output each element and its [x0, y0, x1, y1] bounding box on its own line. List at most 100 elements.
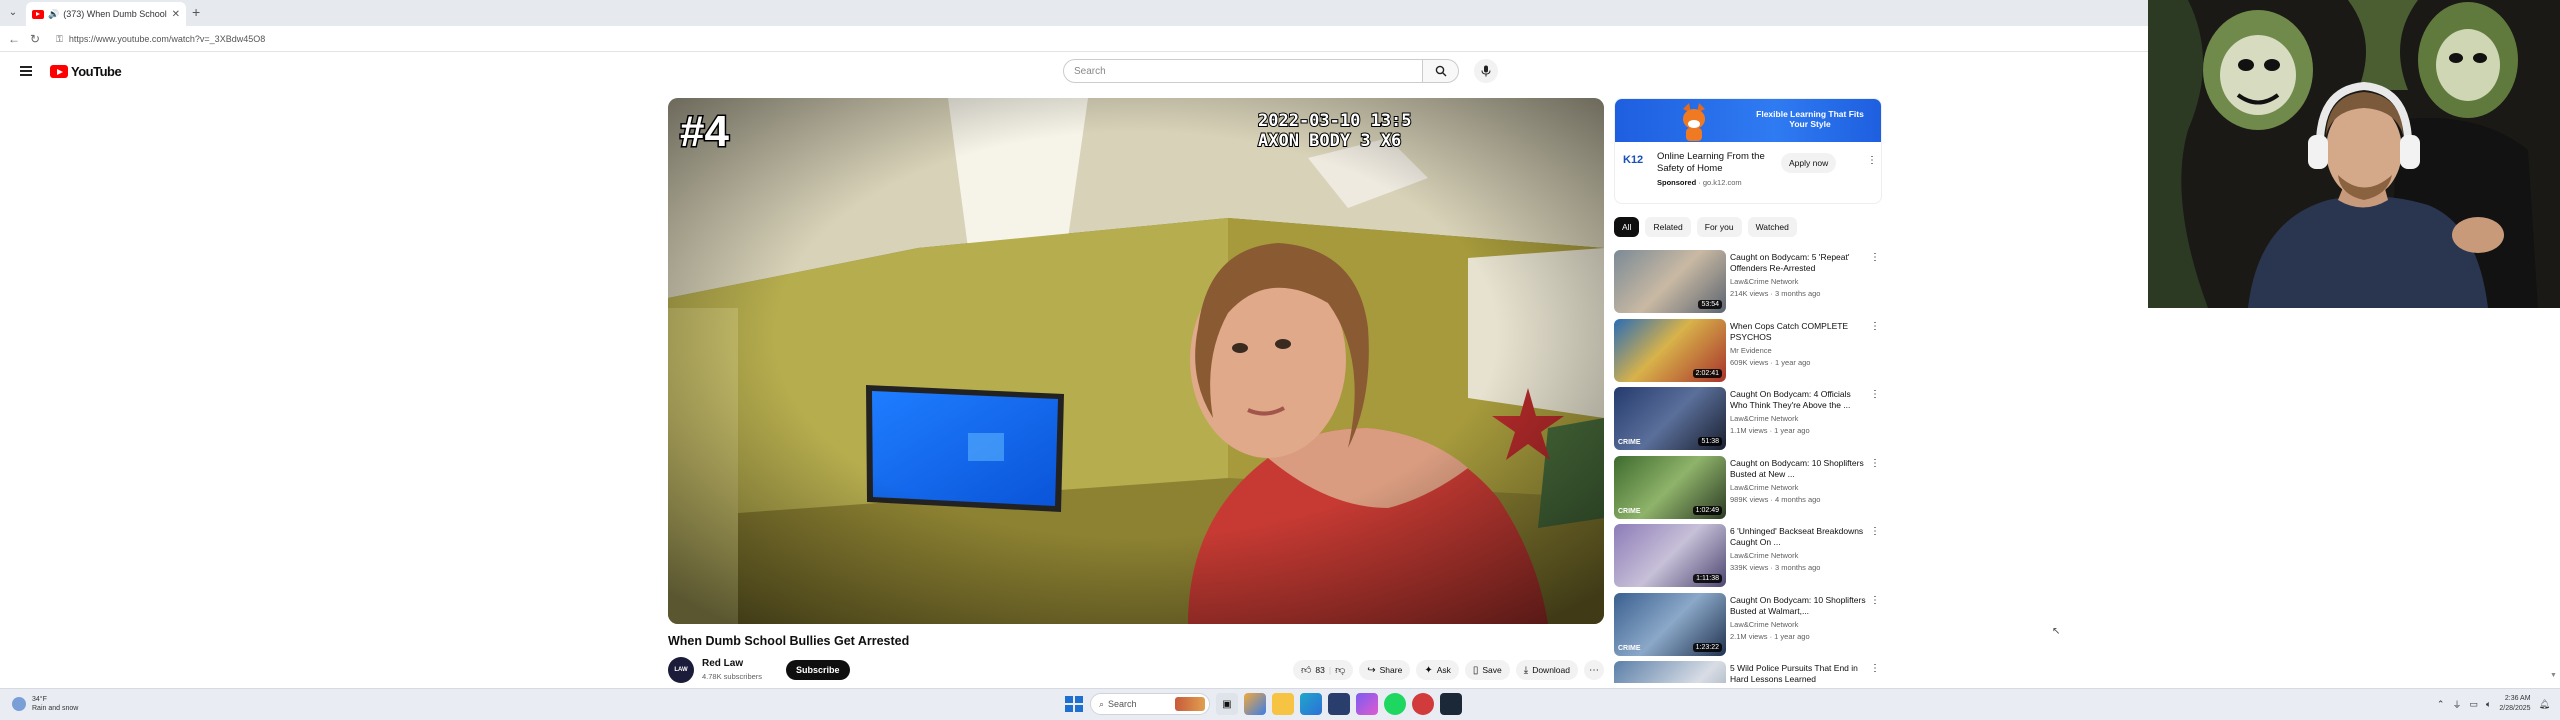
task-view-icon[interactable]: ▣: [1216, 693, 1238, 715]
video-thumbnail[interactable]: 53:54: [1614, 250, 1726, 313]
video-title-link[interactable]: When Cops Catch COMPLETE PSYCHOS: [1730, 321, 1870, 343]
notification-bell-icon[interactable]: 🔔︎: [2539, 699, 2550, 710]
sponsored-ad[interactable]: Flexible Learning That Fits Your Style K…: [1614, 98, 1882, 204]
edge-browser-icon[interactable]: [1300, 693, 1322, 715]
steam-icon[interactable]: [1440, 693, 1462, 715]
url-field[interactable]: ⚿ https://www.youtube.com/watch?v=_3XBdw…: [50, 30, 2140, 48]
list-item[interactable]: 2:02:41 When Cops Catch COMPLETE PSYCHOS…: [1614, 318, 1884, 388]
video-title-link[interactable]: Caught On Bodycam: 10 Shoplifters Busted…: [1730, 595, 1870, 617]
browser-tab-active[interactable]: 🔊 (373) When Dumb School Bullies ✕: [26, 2, 186, 26]
messenger-icon[interactable]: [1356, 693, 1378, 715]
channel-link[interactable]: Mr Evidence: [1730, 346, 1772, 355]
ad-domain: go.k12.com: [1702, 178, 1742, 187]
video-thumbnail[interactable]: 2:02:41: [1614, 318, 1726, 382]
bodycam-device-id: AXON BODY 3 X6: [1258, 131, 1401, 151]
channel-link[interactable]: Law&Crime Network: [1730, 277, 1798, 286]
channel-link[interactable]: Law&Crime Network: [1730, 551, 1798, 560]
list-item[interactable]: 53:54 Caught on Bodycam: 5 'Repeat' Offe…: [1614, 250, 1884, 319]
ad-title[interactable]: Online Learning From the Safety of Home: [1657, 151, 1787, 175]
video-title-link[interactable]: Caught On Bodycam: 4 Officials Who Think…: [1730, 389, 1870, 411]
scroll-down-arrow-icon[interactable]: ▼: [2550, 672, 2557, 679]
channel-link[interactable]: Law&Crime Network: [1730, 414, 1798, 423]
video-thumbnail[interactable]: 1:11:38: [1614, 524, 1726, 587]
volume-icon[interactable]: 🔈︎: [2486, 699, 2491, 710]
tab-list-chevron-icon[interactable]: ⌄: [6, 6, 20, 20]
site-info-icon[interactable]: ⚿: [56, 34, 63, 45]
more-options-icon[interactable]: ⋮: [1870, 663, 1880, 674]
more-options-icon[interactable]: ⋮: [1870, 526, 1880, 537]
chip-watched[interactable]: Watched: [1747, 217, 1797, 237]
list-item[interactable]: CRIME 51:38 Caught On Bodycam: 4 Officia…: [1614, 387, 1884, 456]
apply-now-button[interactable]: Apply now: [1781, 153, 1837, 173]
more-options-icon[interactable]: ⋮: [1870, 389, 1880, 400]
reload-icon[interactable]: ↻: [30, 32, 40, 46]
screen: ⌄ 🔊 (373) When Dumb School Bullies ✕ + ←…: [0, 0, 2560, 720]
ask-button[interactable]: ✦ Ask: [1416, 660, 1459, 680]
usb-icon[interactable]: ⏚: [2452, 698, 2461, 711]
ad-headline: Flexible Learning That Fits Your Style: [1756, 109, 1864, 129]
spotify-icon[interactable]: [1384, 693, 1406, 715]
video-title-link[interactable]: 5 Wild Police Pursuits That End in Hard …: [1730, 663, 1870, 683]
search-button[interactable]: [1423, 59, 1459, 83]
store-icon[interactable]: [1328, 693, 1350, 715]
voice-search-button[interactable]: [1474, 59, 1498, 83]
windows-start-icon[interactable]: [1062, 693, 1084, 715]
chip-related[interactable]: Related: [1645, 217, 1691, 237]
menu-icon[interactable]: [20, 66, 32, 76]
video-thumbnail[interactable]: CRIME 51:38: [1614, 387, 1726, 450]
more-options-icon[interactable]: ⋮: [1870, 321, 1880, 332]
ad-banner[interactable]: Flexible Learning That Fits Your Style: [1615, 99, 1881, 142]
download-button[interactable]: ⤓ Download: [1515, 660, 1578, 680]
app-icon[interactable]: [1412, 693, 1434, 715]
subscribe-button[interactable]: Subscribe: [786, 660, 850, 680]
video-thumbnail[interactable]: [1614, 661, 1726, 683]
copilot-icon[interactable]: [1244, 693, 1266, 715]
ad-body: K12 Online Learning From the Safety of H…: [1615, 142, 1881, 203]
video-title-link[interactable]: Caught on Bodycam: 5 'Repeat' Offenders …: [1730, 252, 1870, 274]
tray-overflow-chevron-icon[interactable]: ⌃: [2437, 699, 2445, 710]
taskbar-search[interactable]: ⌕ Search: [1090, 693, 1210, 715]
list-item[interactable]: CRIME 1:23:22 Caught On Bodycam: 10 Shop…: [1614, 592, 1884, 662]
search-highlight-icon: [1175, 697, 1205, 711]
more-options-icon[interactable]: ⋮: [1870, 458, 1880, 469]
channel-link[interactable]: Law&Crime Network: [1730, 620, 1798, 629]
video-player[interactable]: #4 2022-03-10 13:5 AXON BODY 3 X6: [668, 98, 1604, 624]
channel-name[interactable]: Red Law: [702, 658, 743, 669]
chip-all[interactable]: All: [1614, 217, 1640, 237]
close-tab-icon[interactable]: ✕: [172, 9, 180, 20]
share-button[interactable]: ↪ Share: [1359, 660, 1411, 680]
list-item[interactable]: 5 Wild Police Pursuits That End in Hard …: [1614, 661, 1884, 683]
sponsored-label: Sponsored: [1657, 178, 1697, 187]
video-thumbnail[interactable]: CRIME 1:02:49: [1614, 455, 1726, 519]
speaker-icon[interactable]: 🔊: [48, 9, 59, 20]
chip-for-you[interactable]: For you: [1696, 217, 1742, 237]
video-title-link[interactable]: 6 'Unhinged' Backseat Breakdowns Caught …: [1730, 526, 1870, 548]
clock[interactable]: 2:36 AM 2/28/2025: [2499, 694, 2530, 714]
network-icon[interactable]: ▭: [2469, 699, 2478, 710]
video-meta: 1.1M views · 1 year ago: [1730, 426, 1810, 435]
search-input[interactable]: [1074, 65, 1422, 77]
thumbnail-label: CRIME: [1618, 644, 1641, 652]
weather-widget[interactable]: 34°F Rain and snow: [12, 695, 78, 713]
list-item[interactable]: CRIME 1:02:49 Caught on Bodycam: 10 Shop…: [1614, 455, 1884, 525]
back-arrow-icon[interactable]: ←: [8, 32, 20, 46]
search-icon: [1435, 65, 1446, 77]
video-meta: 989K views · 4 months ago: [1730, 494, 1821, 504]
webcam-frame: [2148, 0, 2560, 308]
channel-avatar[interactable]: LAW: [668, 657, 694, 683]
video-title-link[interactable]: Caught on Bodycam: 10 Shoplifters Busted…: [1730, 458, 1870, 480]
more-options-icon[interactable]: ⋮: [1870, 252, 1880, 263]
thumbs-down-icon[interactable]: 👎︎: [1335, 664, 1345, 676]
file-explorer-icon[interactable]: [1272, 693, 1294, 715]
youtube-logo[interactable]: YouTube: [50, 64, 122, 79]
channel-link[interactable]: Law&Crime Network: [1730, 483, 1798, 492]
save-button[interactable]: ▯ Save: [1464, 660, 1510, 680]
ad-more-icon[interactable]: ⋮: [1867, 155, 1877, 166]
more-options-icon[interactable]: ⋮: [1870, 595, 1880, 606]
like-button[interactable]: 👍︎ 83 | 👎︎: [1292, 660, 1354, 680]
youtube-favicon-icon: [32, 9, 44, 19]
more-actions-icon[interactable]: ⋯: [1584, 660, 1604, 680]
list-item[interactable]: 1:11:38 6 'Unhinged' Backseat Breakdowns…: [1614, 524, 1884, 593]
new-tab-button[interactable]: +: [192, 5, 200, 19]
video-thumbnail[interactable]: CRIME 1:23:22: [1614, 592, 1726, 656]
